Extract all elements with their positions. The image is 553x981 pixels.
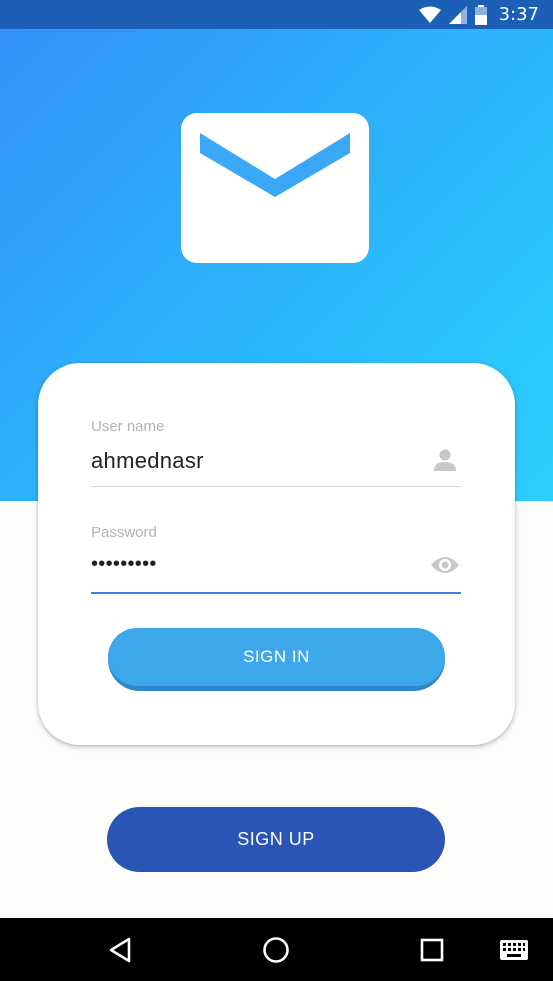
eye-icon[interactable] xyxy=(430,555,460,575)
recents-button[interactable] xyxy=(412,918,452,981)
status-bar: 3:37 xyxy=(0,0,553,29)
cellular-signal-icon xyxy=(448,5,467,24)
password-label: Password xyxy=(91,524,157,541)
login-card: User name ahmednasr Password ••••••••• S… xyxy=(38,363,515,745)
sign-in-button[interactable]: SIGN IN xyxy=(108,628,445,691)
back-icon xyxy=(109,937,131,962)
sign-up-button[interactable]: SIGN UP xyxy=(107,807,445,872)
username-label: User name xyxy=(91,418,165,435)
envelope-icon xyxy=(181,113,369,263)
navigation-bar xyxy=(0,918,553,981)
username-underline xyxy=(91,486,461,487)
back-button[interactable] xyxy=(100,918,140,981)
recents-icon xyxy=(420,938,444,961)
wifi-icon xyxy=(418,6,441,23)
battery-icon xyxy=(474,4,487,25)
password-underline xyxy=(91,592,461,594)
password-input[interactable]: ••••••••• xyxy=(91,553,157,576)
person-icon xyxy=(434,449,456,471)
status-time: 3:37 xyxy=(498,4,539,25)
keyboard-button[interactable] xyxy=(496,918,532,981)
home-icon xyxy=(263,936,289,963)
keyboard-icon xyxy=(500,939,528,960)
sign-in-label: SIGN IN xyxy=(108,628,445,686)
username-input[interactable]: ahmednasr xyxy=(91,448,204,474)
home-button[interactable] xyxy=(256,918,296,981)
